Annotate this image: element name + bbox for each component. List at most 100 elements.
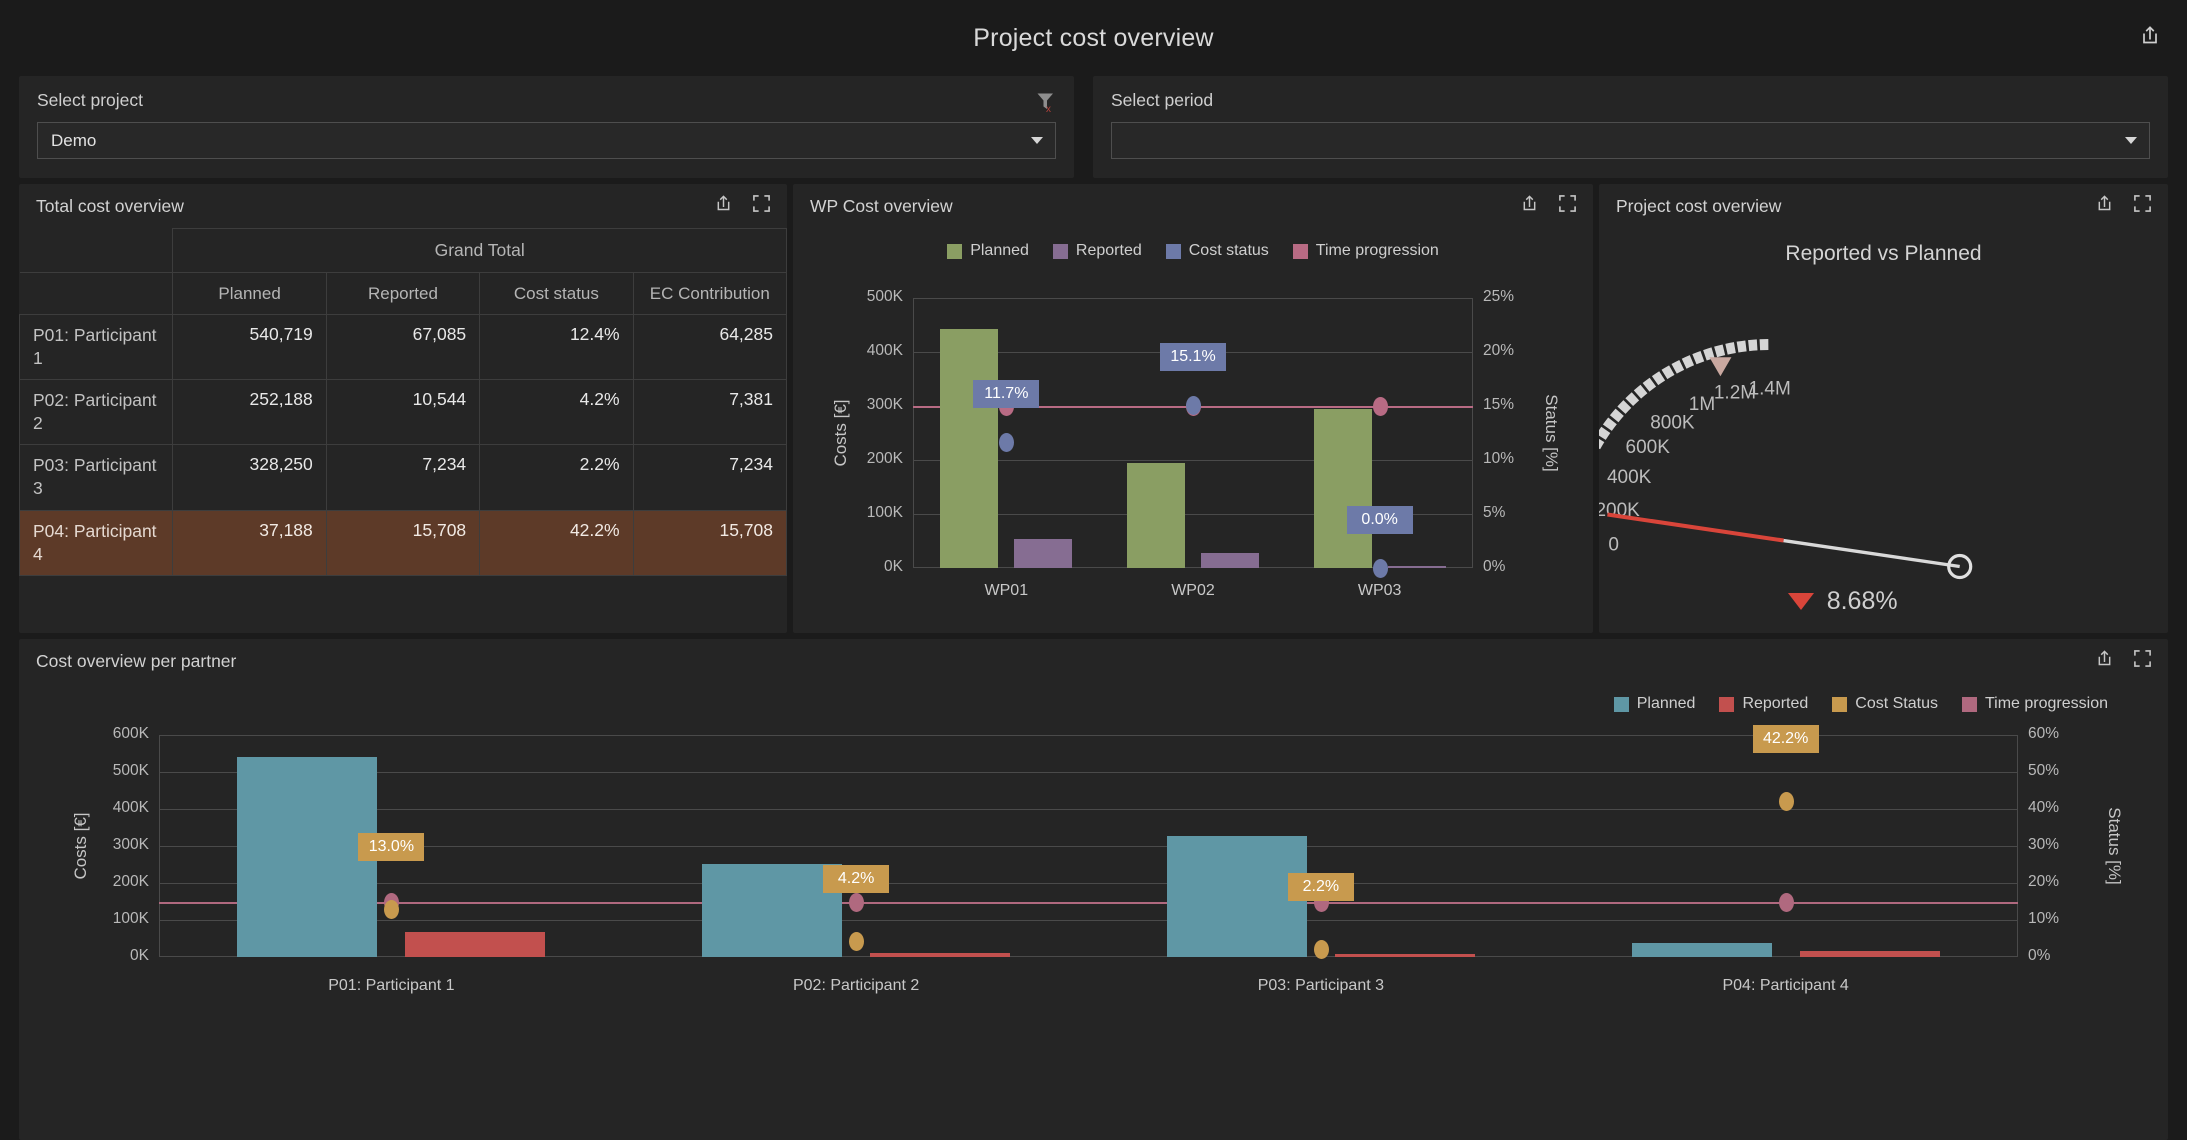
bar-planned[interactable] <box>1313 408 1372 568</box>
bar-reported[interactable] <box>1387 566 1446 568</box>
table-corner-cell-2 <box>19 272 174 315</box>
table-row[interactable]: P01: Participant 1 540,719 67,085 12.4% 64,2… <box>19 313 787 381</box>
legend-item[interactable]: Reported <box>1719 695 1808 713</box>
gauge-tick-label: 600K <box>1626 437 1671 458</box>
y2-axis-tick-label: 20% <box>1483 342 1515 359</box>
select-project-dropdown[interactable]: Demo <box>37 122 1056 159</box>
fullscreen-icon[interactable] <box>1558 194 1577 218</box>
cell-cost-status: 42.2% <box>479 509 634 576</box>
panel-title-total-cost: Total cost overview <box>36 195 184 216</box>
export-icon[interactable] <box>1520 194 1539 218</box>
gauge-tick-label: 0 <box>1608 535 1619 556</box>
legend-swatch-icon <box>1719 696 1735 712</box>
y-axis-title: Costs [€] <box>831 399 850 467</box>
bar-planned[interactable] <box>1631 943 1772 957</box>
legend-item[interactable]: Planned <box>947 242 1029 260</box>
panel-header: Total cost overview <box>19 184 787 228</box>
filter-clear-icon[interactable]: x <box>1034 90 1057 118</box>
y-axis-tick-label: 0K <box>130 947 149 964</box>
export-icon[interactable] <box>2139 25 2161 52</box>
cost-status-marker[interactable] <box>1372 559 1388 578</box>
table-row[interactable]: P02: Participant 2 252,188 10,544 4.2% 7,381 <box>19 379 787 446</box>
select-period-label: Select period <box>1111 90 1214 110</box>
row-label: P02: Participant 2 <box>19 379 174 446</box>
column-header-planned[interactable]: Planned <box>172 272 327 315</box>
column-header-reported[interactable]: Reported <box>325 272 481 315</box>
bar-reported[interactable] <box>1334 954 1475 957</box>
y2-axis-title: Status [%] <box>2105 807 2124 885</box>
fullscreen-icon[interactable] <box>752 194 771 218</box>
legend-label: Time progression <box>1315 242 1439 259</box>
legend-item[interactable]: Time progression <box>1292 242 1439 260</box>
bar-planned[interactable] <box>940 328 999 568</box>
bottom-row: Cost overview per partner Planned Reporte… <box>0 639 2187 1140</box>
cost-status-label: 42.2% <box>1752 724 1819 753</box>
time-progression-marker[interactable] <box>849 892 865 912</box>
cost-status-marker[interactable] <box>1313 939 1329 959</box>
table-row[interactable]: P04: Participant 4 37,188 15,708 42.2% 15,70… <box>19 509 787 576</box>
y-axis-tick-label: 300K <box>866 396 903 413</box>
legend-item[interactable]: Planned <box>1613 695 1696 713</box>
bar-reported[interactable] <box>1799 951 1940 957</box>
cell-planned: 328,250 <box>172 444 327 511</box>
gauge-tick-label: 1.4M <box>1749 379 1791 400</box>
bar-planned[interactable] <box>1166 835 1307 957</box>
middle-row: Total cost overview Grand Total Planned … <box>0 184 2187 633</box>
cost-status-marker[interactable] <box>999 432 1015 452</box>
cell-reported: 67,085 <box>325 313 481 381</box>
export-icon[interactable] <box>714 194 733 218</box>
cost-status-label: 11.7% <box>973 379 1040 408</box>
legend-swatch-icon <box>1961 696 1977 712</box>
legend-swatch-icon <box>1052 243 1068 259</box>
gauge-tick-label: 800K <box>1650 413 1695 434</box>
row-label: P04: Participant 4 <box>19 509 174 576</box>
cell-reported: 7,234 <box>325 444 481 511</box>
delta-value: 8.68% <box>1826 586 1898 615</box>
y-axis-tick-label: 400K <box>866 342 903 359</box>
panel-header: WP Cost overview <box>793 184 1593 228</box>
table-row[interactable]: P03: Participant 3 328,250 7,234 2.2% 7,234 <box>19 444 787 511</box>
legend-swatch-icon <box>1292 243 1308 259</box>
svg-text:x: x <box>1046 104 1051 113</box>
y2-axis-tick-label: 25% <box>1483 288 1515 305</box>
legend-label: Planned <box>1636 695 1696 712</box>
bar-reported[interactable] <box>1014 539 1073 568</box>
cost-status-marker[interactable] <box>1186 395 1201 415</box>
x-axis-category-label: WP02 <box>1171 582 1215 599</box>
cell-ec-contribution: 7,381 <box>632 379 787 446</box>
y2-axis-tick-label: 30% <box>2028 836 2060 853</box>
bar-reported[interactable] <box>870 953 1011 957</box>
cell-reported: 10,544 <box>325 379 481 446</box>
total-cost-table-wrap[interactable]: Grand Total Planned Reported Cost status… <box>19 228 787 633</box>
legend-label: Reported <box>1075 242 1142 259</box>
time-progression-marker[interactable] <box>1372 397 1388 416</box>
bar-planned[interactable] <box>237 756 378 957</box>
column-header-ec-contribution[interactable]: EC Contribution <box>632 272 787 315</box>
legend-item[interactable]: Reported <box>1052 242 1142 260</box>
cost-status-label: 2.2% <box>1287 872 1354 901</box>
bar-planned[interactable] <box>1127 463 1185 568</box>
gauge-tick-label: 1M <box>1689 394 1715 415</box>
column-header-cost-status[interactable]: Cost status <box>479 272 634 315</box>
legend-item[interactable]: Cost Status <box>1832 695 1938 713</box>
select-period-card: Select period <box>1093 76 2168 178</box>
fullscreen-icon[interactable] <box>2133 194 2152 218</box>
legend-item[interactable]: Time progression <box>1961 695 2108 713</box>
gauge-chart: 0 200K 400K 600K 800K 1M 1.2M 1.4M 8.68% <box>1599 254 2168 615</box>
bar-planned[interactable] <box>702 863 843 957</box>
wp-cost-overview-panel: WP Cost overview Planned Reported Cost sta… <box>793 184 1593 633</box>
select-project-value: Demo <box>51 130 97 150</box>
export-icon[interactable] <box>2095 194 2114 218</box>
delta-down-icon <box>1787 592 1814 610</box>
export-icon[interactable] <box>2095 649 2114 673</box>
bar-reported[interactable] <box>405 932 546 957</box>
bar-reported[interactable] <box>1201 552 1259 568</box>
cost-status-marker[interactable] <box>1778 791 1794 811</box>
legend-item[interactable]: Cost status <box>1165 242 1269 260</box>
time-progression-marker[interactable] <box>1778 892 1794 912</box>
select-period-dropdown[interactable] <box>1111 122 2150 159</box>
y2-axis-tick-label: 20% <box>2028 873 2060 890</box>
fullscreen-icon[interactable] <box>2133 649 2152 673</box>
wp-chart-plot: 0K 100K 200K 300K 400K 500K 0% 5% 10% 15% 20% 25% Co… <box>793 276 1593 616</box>
total-cost-overview-panel: Total cost overview Grand Total Planned … <box>19 184 787 633</box>
